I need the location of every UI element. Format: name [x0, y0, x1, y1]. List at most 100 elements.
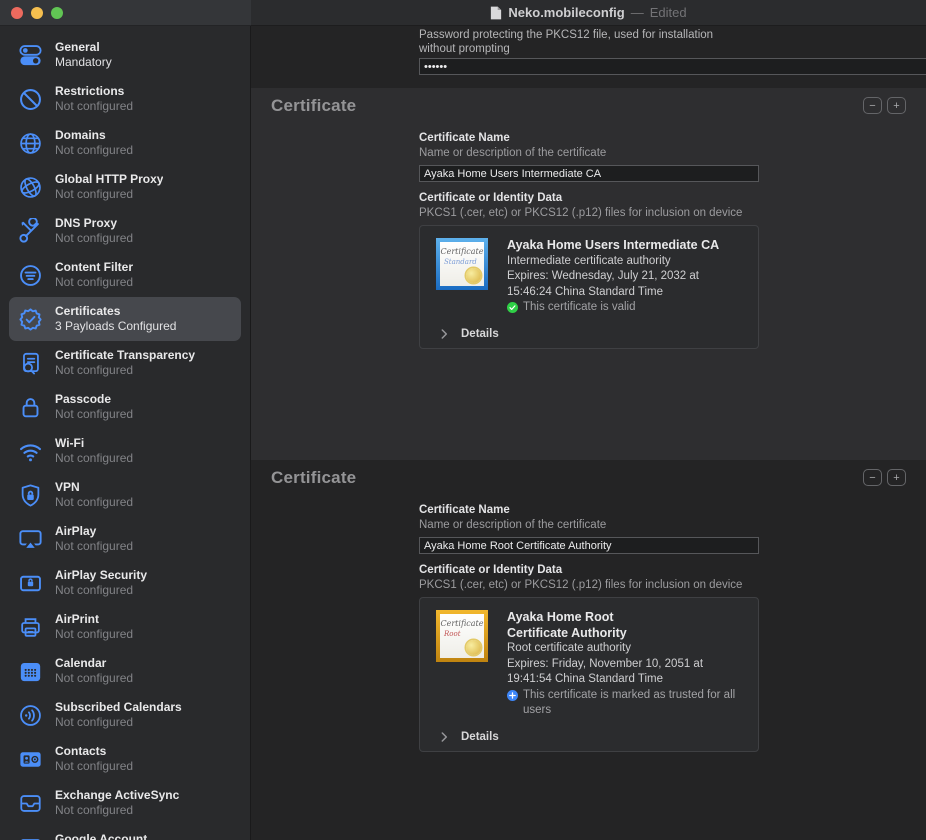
certificate-badge-sub: Root [444, 630, 484, 638]
window-title: Neko.mobileconfig [508, 5, 624, 20]
certificate-data-description: PKCS1 (.cer, etc) or PKCS12 (.p12) files… [419, 206, 759, 221]
certificate-seal-icon [466, 640, 481, 655]
certificate-section-1: Certificate − + Certificate Name Name or… [251, 88, 926, 460]
edited-badge: Edited [650, 5, 687, 20]
sidebar-item-calendar[interactable]: Calendar Not configured [9, 649, 241, 693]
sidebar-item-status: Not configured [55, 671, 133, 686]
sidebar-item-label: Restrictions [55, 84, 133, 99]
certificate-name-description: Name or description of the certificate [419, 146, 759, 161]
details-label: Details [461, 731, 499, 743]
certificate-name-input[interactable] [419, 165, 759, 182]
sidebar-item-label: Subscribed Calendars [55, 700, 182, 715]
sidebar-item-status: Not configured [55, 539, 133, 554]
sidebar-item-status: Not configured [55, 363, 195, 378]
padlock-icon [15, 392, 45, 422]
certificate-section-2: Certificate − + Certificate Name Name or… [251, 460, 926, 840]
sidebar-item-label: Domains [55, 128, 133, 143]
sidebar-item-label: DNS Proxy [55, 216, 133, 231]
certificate-status-text: This certificate is valid [523, 300, 635, 316]
certificate-card-title: Ayaka Home Root Certificate Authority [507, 610, 742, 641]
certificate-seal-icon [466, 268, 481, 283]
certificate-data-label: Certificate or Identity Data [419, 563, 759, 578]
certificate-fields: Certificate Name Name or description of … [419, 503, 759, 752]
sidebar-item-label: AirPlay [55, 524, 133, 539]
remove-payload-button[interactable]: − [863, 97, 882, 114]
payload-add-remove-controls: − + [863, 97, 906, 114]
sidebar-item-vpn[interactable]: VPN Not configured [9, 473, 241, 517]
pkcs12-password-input[interactable] [419, 58, 926, 75]
remove-payload-button[interactable]: − [863, 469, 882, 486]
certificate-data-description: PKCS1 (.cer, etc) or PKCS12 (.p12) files… [419, 578, 759, 593]
screen-lock-icon [15, 568, 45, 598]
sidebar-item-certificates[interactable]: Certificates 3 Payloads Configured [9, 297, 241, 341]
sidebar-item-certificate-transparency[interactable]: Certificate Transparency Not configured [9, 341, 241, 385]
broadcast-icon [15, 700, 45, 730]
payload-add-remove-controls: − + [863, 469, 906, 486]
sidebar-item-restrictions[interactable]: Restrictions Not configured [9, 77, 241, 121]
sidebar-item-airprint[interactable]: AirPrint Not configured [9, 605, 241, 649]
sidebar-item-subscribed-calendars[interactable]: Subscribed Calendars Not configured [9, 693, 241, 737]
certificate-standard-icon: Certificate Standard [436, 238, 488, 290]
certificate-fields: Certificate Name Name or description of … [419, 131, 759, 349]
certificate-badge-word: Certificate [440, 619, 484, 628]
sidebar-item-airplay[interactable]: AirPlay Not configured [9, 517, 241, 561]
certificate-name-description: Name or description of the certificate [419, 518, 759, 533]
sidebar-item-label: AirPlay Security [55, 568, 147, 583]
sidebar-item-status: Not configured [55, 759, 133, 774]
sidebar-item-status: Not configured [55, 803, 179, 818]
sidebar-item-label: Passcode [55, 392, 133, 407]
sidebar-item-label: AirPrint [55, 612, 133, 627]
certificate-card-expires: Expires: Wednesday, July 21, 2032 at 15:… [507, 269, 742, 300]
add-payload-button[interactable]: + [887, 469, 906, 486]
sidebar-item-status: 3 Payloads Configured [55, 319, 176, 334]
calendar-icon [15, 656, 45, 686]
sidebar-item-contacts[interactable]: Contacts Not configured [9, 737, 241, 781]
sidebar-item-wi-fi[interactable]: Wi-Fi Not configured [9, 429, 241, 473]
sidebar-item-status: Mandatory [55, 55, 112, 70]
add-payload-button[interactable]: + [887, 97, 906, 114]
sidebar-item-status: Not configured [55, 715, 182, 730]
printer-icon [15, 612, 45, 642]
certificate-name-input[interactable] [419, 537, 759, 554]
sidebar-item-exchange-activesync[interactable]: Exchange ActiveSync Not configured [9, 781, 241, 825]
payload-sidebar: General Mandatory Restrictions Not confi… [0, 26, 251, 840]
details-disclosure[interactable]: Details [436, 328, 750, 340]
certificate-root-icon: Certificate Root [436, 610, 488, 662]
zoom-button[interactable] [51, 7, 63, 19]
sidebar-item-general[interactable]: General Mandatory [9, 33, 241, 77]
sidebar-item-status: Not configured [55, 451, 133, 466]
sidebar-item-passcode[interactable]: Passcode Not configured [9, 385, 241, 429]
sidebar-item-airplay-security[interactable]: AirPlay Security Not configured [9, 561, 241, 605]
toggles-icon [15, 40, 45, 70]
sidebar-item-label: Wi-Fi [55, 436, 133, 451]
title-separator: — [631, 5, 644, 20]
certificate-card-subtitle: Intermediate certificate authority [507, 254, 742, 270]
pkcs12-password-section: Password protecting the PKCS12 file, use… [251, 26, 926, 88]
sidebar-item-content-filter[interactable]: Content Filter Not configured [9, 253, 241, 297]
prohibition-icon [15, 84, 45, 114]
section-heading: Certificate [271, 96, 356, 116]
certificate-name-label: Certificate Name [419, 503, 759, 518]
close-button[interactable] [11, 7, 23, 19]
sidebar-item-status: Not configured [55, 143, 133, 158]
certificate-badge-sub: Standard [444, 258, 484, 266]
sidebar-item-domains[interactable]: Domains Not configured [9, 121, 241, 165]
titlebar: Neko.mobileconfig — Edited [0, 0, 926, 26]
details-disclosure[interactable]: Details [436, 731, 750, 743]
sidebar-item-label: Exchange ActiveSync [55, 788, 179, 803]
sidebar-item-global-http-proxy[interactable]: Global HTTP Proxy Not configured [9, 165, 241, 209]
chevron-right-icon [441, 329, 448, 339]
sidebar-item-google-account[interactable]: Google Account Not configured [9, 825, 241, 840]
sidebar-item-status: Not configured [55, 407, 133, 422]
certificate-card-expires: Expires: Friday, November 10, 2051 at 19… [507, 657, 742, 688]
inbox-icon [15, 788, 45, 818]
app-window: Neko.mobileconfig — Edited General Manda… [0, 0, 926, 840]
sidebar-item-dns-proxy[interactable]: DNS Proxy Not configured [9, 209, 241, 253]
sidebar-item-label: General [55, 40, 112, 55]
certificate-card-title: Ayaka Home Users Intermediate CA [507, 238, 742, 254]
airplay-icon [15, 524, 45, 554]
doc-magnifier-icon [15, 348, 45, 378]
contact-card-icon [15, 744, 45, 774]
minimize-button[interactable] [31, 7, 43, 19]
sidebar-item-status: Not configured [55, 275, 133, 290]
